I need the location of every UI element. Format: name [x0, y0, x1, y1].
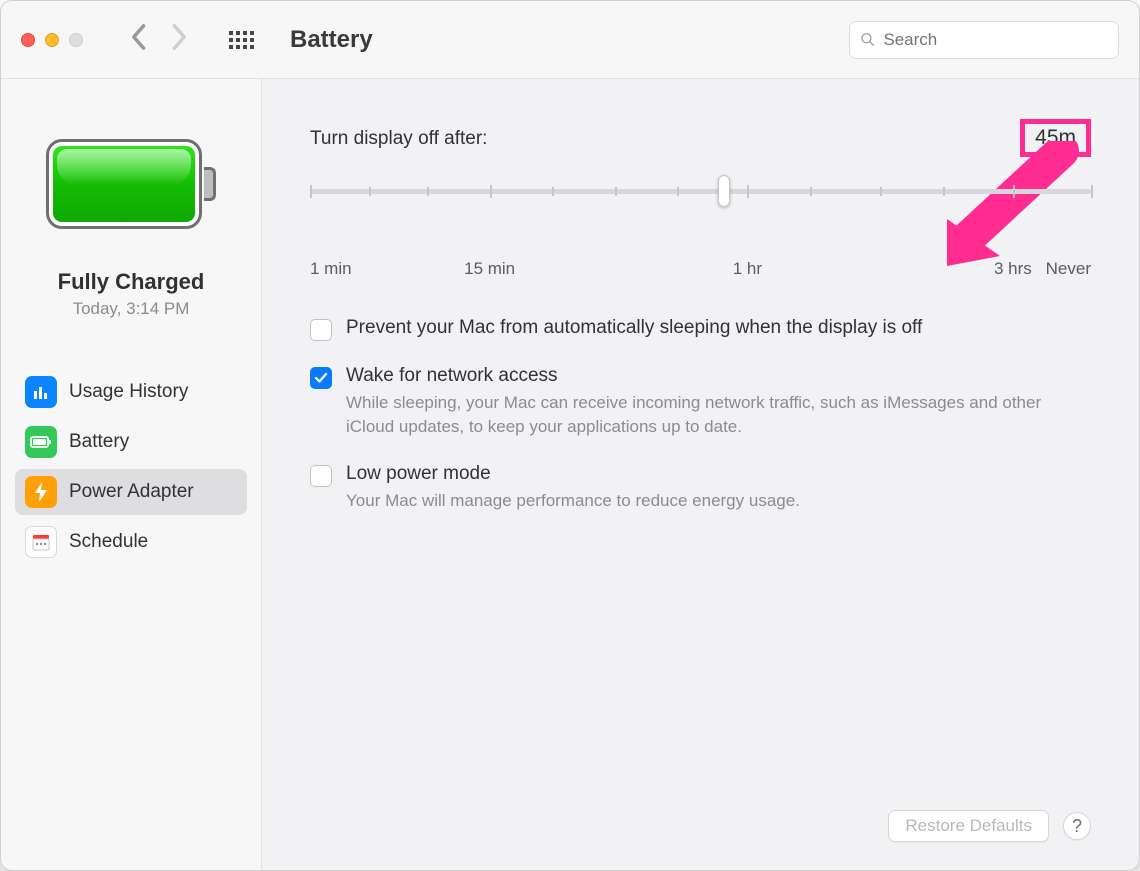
checkmark-icon — [314, 371, 328, 385]
option-label: Prevent your Mac from automatically slee… — [346, 317, 1091, 339]
body: Fully Charged Today, 3:14 PM Usage Histo… — [1, 79, 1139, 870]
sidebar-item-label: Power Adapter — [69, 481, 194, 503]
battery-status-title: Fully Charged — [58, 269, 205, 295]
tick-label: Never — [1046, 259, 1091, 279]
chart-icon — [25, 376, 57, 408]
search-icon — [860, 31, 875, 48]
prevent-sleep-checkbox[interactable] — [310, 319, 332, 341]
restore-defaults-button[interactable]: Restore Defaults — [888, 810, 1049, 842]
search-field[interactable] — [849, 21, 1119, 59]
battery-status: Fully Charged Today, 3:14 PM — [58, 269, 205, 319]
calendar-icon — [25, 526, 57, 558]
option-description: While sleeping, your Mac can receive inc… — [346, 391, 1091, 439]
sidebar-nav: Usage History Battery Power Adapter — [1, 369, 261, 565]
wake-network-checkbox[interactable] — [310, 367, 332, 389]
sidebar: Fully Charged Today, 3:14 PM Usage Histo… — [1, 79, 262, 870]
titlebar: Battery — [1, 1, 1139, 79]
battery-small-icon — [25, 426, 57, 458]
window-controls — [21, 33, 83, 47]
help-button[interactable]: ? — [1063, 812, 1091, 840]
tick-label: 1 min — [310, 259, 352, 279]
battery-status-time: Today, 3:14 PM — [58, 299, 205, 319]
footer: Restore Defaults ? — [310, 790, 1091, 842]
sidebar-item-schedule[interactable]: Schedule — [15, 519, 247, 565]
option-prevent-sleep: Prevent your Mac from automatically slee… — [310, 317, 1091, 341]
display-sleep-section: Turn display off after: 45m — [310, 119, 1091, 281]
main-panel: Turn display off after: 45m — [262, 79, 1139, 870]
sidebar-item-label: Battery — [69, 431, 129, 453]
preferences-window: Battery Fully Charged Today, 3:14 PM Usa… — [0, 0, 1140, 871]
zoom-window-button — [69, 33, 83, 47]
sidebar-item-power-adapter[interactable]: Power Adapter — [15, 469, 247, 515]
option-wake-network: Wake for network access While sleeping, … — [310, 365, 1091, 439]
nav-buttons — [129, 23, 189, 56]
sidebar-item-label: Schedule — [69, 531, 148, 553]
option-description: Your Mac will manage performance to redu… — [346, 489, 1091, 513]
tick-label: 3 hrs — [994, 259, 1032, 279]
tick-label: 15 min — [464, 259, 515, 279]
back-button[interactable] — [129, 23, 147, 56]
close-window-button[interactable] — [21, 33, 35, 47]
display-sleep-value: 45m — [1020, 119, 1091, 157]
sidebar-item-battery[interactable]: Battery — [15, 419, 247, 465]
tick-label: 1 hr — [733, 259, 762, 279]
display-sleep-slider[interactable] — [310, 179, 1091, 219]
option-label: Wake for network access — [346, 365, 1091, 387]
battery-icon — [46, 139, 216, 229]
slider-thumb[interactable] — [718, 175, 730, 207]
forward-button[interactable] — [171, 23, 189, 56]
option-label: Low power mode — [346, 463, 1091, 485]
window-title: Battery — [290, 26, 373, 54]
option-low-power: Low power mode Your Mac will manage perf… — [310, 463, 1091, 513]
options-list: Prevent your Mac from automatically slee… — [310, 317, 1091, 512]
sidebar-item-usage-history[interactable]: Usage History — [15, 369, 247, 415]
show-all-prefs-button[interactable] — [229, 31, 254, 49]
low-power-checkbox[interactable] — [310, 465, 332, 487]
search-input[interactable] — [883, 30, 1108, 50]
bolt-icon — [25, 476, 57, 508]
sidebar-item-label: Usage History — [69, 381, 188, 403]
minimize-window-button[interactable] — [45, 33, 59, 47]
display-sleep-label: Turn display off after: — [310, 128, 487, 150]
